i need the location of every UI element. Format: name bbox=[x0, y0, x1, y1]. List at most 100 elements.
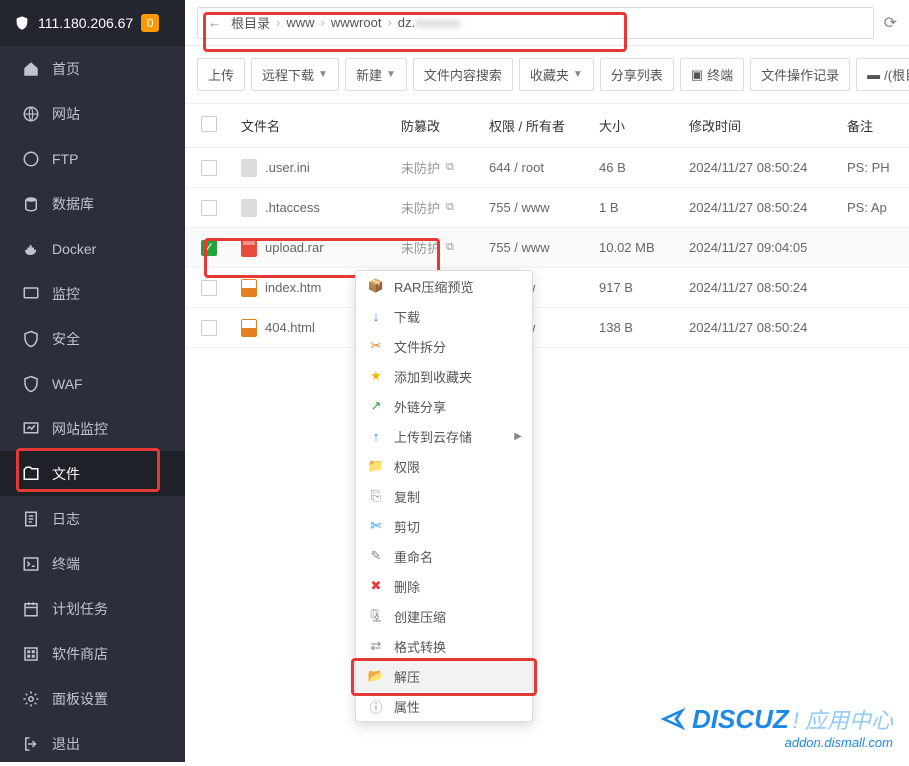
sidebar-item-term[interactable]: 终端 bbox=[0, 541, 185, 586]
notification-badge[interactable]: 0 bbox=[141, 14, 159, 32]
sidebar-item-security[interactable]: 安全 bbox=[0, 316, 185, 361]
sidebar-item-sitemon[interactable]: 网站监控 bbox=[0, 406, 185, 451]
ctx-item[interactable]: 📦RAR压缩预览 bbox=[356, 271, 532, 301]
ctx-label: 上传到云存储 bbox=[394, 427, 472, 446]
logs-icon bbox=[22, 510, 40, 528]
file-time: 2024/11/27 08:50:24 bbox=[689, 280, 847, 295]
disk-button[interactable]: ▬/(根目录) 3... bbox=[856, 58, 909, 91]
share-list-button[interactable]: 分享列表 bbox=[600, 58, 674, 91]
ctx-item[interactable]: ✎重命名 bbox=[356, 541, 532, 571]
ctx-item[interactable]: 📂解压 bbox=[356, 661, 532, 691]
file-name: .htaccess bbox=[265, 200, 320, 215]
upload-button[interactable]: 上传 bbox=[197, 58, 245, 91]
file-note: PS: PH bbox=[847, 160, 897, 175]
table-row[interactable]: 404.html ⧉5 / www138 B2024/11/27 08:50:2… bbox=[185, 308, 909, 348]
sidebar-item-label: 软件商店 bbox=[52, 644, 108, 664]
sidebar-item-db[interactable]: 数据库 bbox=[0, 181, 185, 226]
col-note[interactable]: 备注 bbox=[847, 116, 897, 135]
row-checkbox[interactable] bbox=[201, 200, 217, 216]
select-all-checkbox[interactable] bbox=[201, 116, 217, 132]
ctx-icon: ↗ bbox=[368, 398, 384, 414]
ctx-item[interactable]: 🗜创建压缩 bbox=[356, 601, 532, 631]
ctx-label: 权限 bbox=[394, 457, 420, 476]
ctx-icon: 🗜 bbox=[368, 608, 384, 624]
col-name[interactable]: 文件名 bbox=[233, 116, 401, 135]
sidebar-item-cron[interactable]: 计划任务 bbox=[0, 586, 185, 631]
file-size: 46 B bbox=[599, 160, 689, 175]
col-perm[interactable]: 权限 / 所有者 bbox=[489, 116, 599, 135]
sidebar-item-ftp[interactable]: FTP bbox=[0, 136, 185, 181]
bc-root[interactable]: 根目录 bbox=[231, 13, 270, 32]
sidebar-item-home[interactable]: 首页 bbox=[0, 46, 185, 91]
ctx-item[interactable]: ✖ 删除 bbox=[356, 571, 532, 601]
sidebar-item-label: 网站监控 bbox=[52, 419, 108, 439]
sidebar-item-waf[interactable]: WAF bbox=[0, 361, 185, 406]
bc-dz[interactable]: dz. bbox=[398, 15, 415, 30]
bc-www[interactable]: www bbox=[286, 15, 314, 30]
sidebar-item-docker[interactable]: Docker bbox=[0, 226, 185, 271]
table-row[interactable]: upload.rar未防护 ⧉755 / www10.02 MB2024/11/… bbox=[185, 228, 909, 268]
sidebar-item-site[interactable]: 网站 bbox=[0, 91, 185, 136]
col-size[interactable]: 大小 bbox=[599, 116, 689, 135]
row-checkbox[interactable] bbox=[201, 160, 217, 176]
bc-blurred: xxxxxxx bbox=[415, 15, 461, 30]
terminal-button[interactable]: ▣终端 bbox=[680, 58, 744, 91]
favorites-button[interactable]: 收藏夹▼ bbox=[519, 58, 594, 91]
terminal-icon: ▣ bbox=[691, 67, 703, 83]
sitemon-icon bbox=[22, 420, 40, 438]
ctx-label: 删除 bbox=[394, 577, 420, 596]
refresh-icon[interactable]: ⟳ bbox=[884, 13, 897, 33]
file-time: 2024/11/27 08:50:24 bbox=[689, 200, 847, 215]
file-icon bbox=[241, 319, 257, 337]
back-icon[interactable]: ← bbox=[208, 15, 221, 30]
sidebar-item-logs[interactable]: 日志 bbox=[0, 496, 185, 541]
col-tamper[interactable]: 防篡改 bbox=[401, 116, 489, 135]
ctx-item[interactable]: ★添加到收藏夹 bbox=[356, 361, 532, 391]
col-time[interactable]: 修改时间 bbox=[689, 116, 847, 135]
sidebar-item-settings[interactable]: 面板设置 bbox=[0, 676, 185, 721]
sidebar-item-logout[interactable]: 退出 bbox=[0, 721, 185, 766]
ctx-icon: ✖ bbox=[368, 578, 384, 594]
ctx-icon: 📁 bbox=[368, 458, 384, 474]
ctx-item[interactable]: ↗外链分享 bbox=[356, 391, 532, 421]
table-row[interactable]: .user.ini未防护 ⧉644 / root46 B2024/11/27 0… bbox=[185, 148, 909, 188]
remote-download-button[interactable]: 远程下载▼ bbox=[251, 58, 339, 91]
sidebar-item-store[interactable]: 软件商店 bbox=[0, 631, 185, 676]
context-menu: 📦RAR压缩预览↓下载✂文件拆分★添加到收藏夹↗外链分享↑上传到云存储▶ 📁 权限 ⎘… bbox=[355, 270, 533, 722]
file-time: 2024/11/27 08:50:24 bbox=[689, 160, 847, 175]
ctx-item[interactable]: ⎘复制 bbox=[356, 481, 532, 511]
new-button[interactable]: 新建▼ bbox=[345, 58, 407, 91]
row-checkbox[interactable] bbox=[201, 280, 217, 296]
sidebar-item-label: 退出 bbox=[52, 734, 80, 754]
sidebar-item-label: 安全 bbox=[52, 329, 80, 349]
ctx-label: 下载 bbox=[394, 307, 420, 326]
server-ip: 111.180.206.67 bbox=[38, 15, 133, 31]
ctx-icon: ✄ bbox=[368, 518, 384, 534]
sidebar-item-files[interactable]: 文件 bbox=[0, 451, 185, 496]
ctx-icon: ⇄ bbox=[368, 638, 384, 654]
row-checkbox[interactable] bbox=[201, 320, 217, 336]
open-icon: ⧉ bbox=[446, 201, 454, 214]
ftp-icon bbox=[22, 150, 40, 168]
ctx-item[interactable]: ✄ 剪切 bbox=[356, 511, 532, 541]
bc-wwwroot[interactable]: wwwroot bbox=[331, 15, 382, 30]
operation-log-button[interactable]: 文件操作记录 bbox=[750, 58, 850, 91]
ctx-label: 剪切 bbox=[394, 517, 420, 536]
file-size: 10.02 MB bbox=[599, 240, 689, 255]
table-row[interactable]: index.htm ⧉5 / www917 B2024/11/27 08:50:… bbox=[185, 268, 909, 308]
sidebar-item-monitor[interactable]: 监控 bbox=[0, 271, 185, 316]
content-search-button[interactable]: 文件内容搜索 bbox=[413, 58, 513, 91]
row-checkbox[interactable] bbox=[201, 240, 217, 256]
ctx-item[interactable]: ⓘ属性 bbox=[356, 691, 532, 721]
table-header: 文件名 防篡改 权限 / 所有者 大小 修改时间 备注 bbox=[185, 103, 909, 148]
ctx-item[interactable]: ↑上传到云存储▶ bbox=[356, 421, 532, 451]
sidebar-item-label: Docker bbox=[52, 241, 96, 257]
breadcrumb[interactable]: ← 根目录 › www › wwwroot › dz.xxxxxxx bbox=[197, 7, 874, 39]
ctx-item[interactable]: ✂文件拆分 bbox=[356, 331, 532, 361]
table-row[interactable]: .htaccess未防护 ⧉755 / www1 B2024/11/27 08:… bbox=[185, 188, 909, 228]
sidebar-item-label: 监控 bbox=[52, 284, 80, 304]
file-name: 404.html bbox=[265, 320, 315, 335]
ctx-item[interactable]: ⇄格式转换 bbox=[356, 631, 532, 661]
ctx-item[interactable]: 📁 权限 bbox=[356, 451, 532, 481]
ctx-item[interactable]: ↓下载 bbox=[356, 301, 532, 331]
